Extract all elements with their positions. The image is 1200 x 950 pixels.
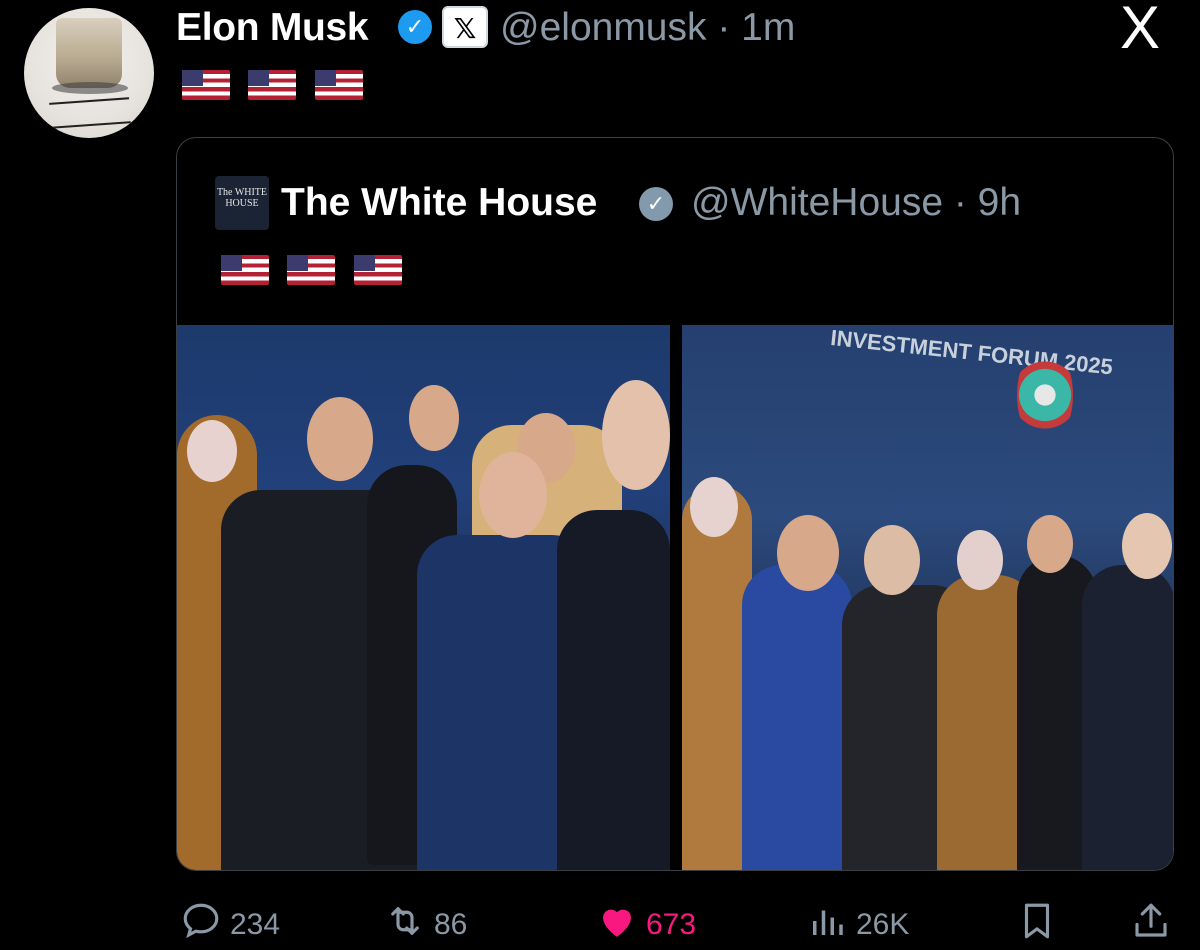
us-flag-icon	[182, 70, 230, 100]
author-name[interactable]: Elon Musk	[176, 6, 369, 50]
heart-icon	[596, 900, 638, 950]
us-flag-icon	[353, 255, 402, 285]
repost-icon	[384, 900, 426, 950]
like-button[interactable]: 673	[596, 900, 696, 950]
views-count: 26K	[856, 908, 910, 941]
photo-left[interactable]	[177, 325, 670, 870]
analytics-icon	[806, 900, 848, 950]
share-icon	[1130, 900, 1172, 950]
verified-gov-badge-icon: ✓	[639, 187, 673, 221]
avatar-image	[56, 18, 122, 88]
author-handle[interactable]: @elonmusk · 1m	[500, 6, 795, 50]
forum-banner-text: INVESTMENT FORUM 2025	[829, 325, 1115, 380]
reply-button[interactable]: 234	[180, 900, 280, 950]
bookmark-icon	[1016, 900, 1058, 950]
repost-count: 86	[434, 908, 468, 941]
us-flag-icon	[248, 70, 297, 100]
bookmark-button[interactable]	[1016, 900, 1058, 950]
views-button[interactable]: 26K	[806, 900, 909, 950]
us-flag-icon	[287, 255, 336, 285]
like-count: 673	[646, 908, 697, 941]
author-avatar[interactable]	[24, 8, 154, 138]
photo-right[interactable]: INVESTMENT FORUM 2025	[682, 325, 1173, 870]
quoted-post-card[interactable]: The WHITE HOUSE The White House ✓ @White…	[176, 137, 1174, 871]
repost-button[interactable]: 86	[384, 900, 467, 950]
x-logo-icon[interactable]: X	[1120, 0, 1160, 58]
us-flag-icon	[221, 255, 269, 285]
affiliate-badge-icon: 𝕏	[442, 6, 488, 48]
quoted-author-name[interactable]: The White House	[281, 181, 597, 225]
forum-logo-icon	[1017, 345, 1073, 445]
us-flag-icon	[314, 70, 363, 100]
reply-count: 234	[230, 908, 281, 941]
quoted-author-avatar[interactable]: The WHITE HOUSE	[215, 176, 269, 230]
quoted-author-handle[interactable]: @WhiteHouse · 9h	[691, 181, 1021, 225]
reply-icon	[180, 900, 222, 950]
quoted-post-text	[221, 255, 416, 285]
verified-badge-icon: ✓	[398, 10, 432, 44]
share-button[interactable]	[1130, 900, 1172, 950]
post-text	[182, 70, 377, 100]
